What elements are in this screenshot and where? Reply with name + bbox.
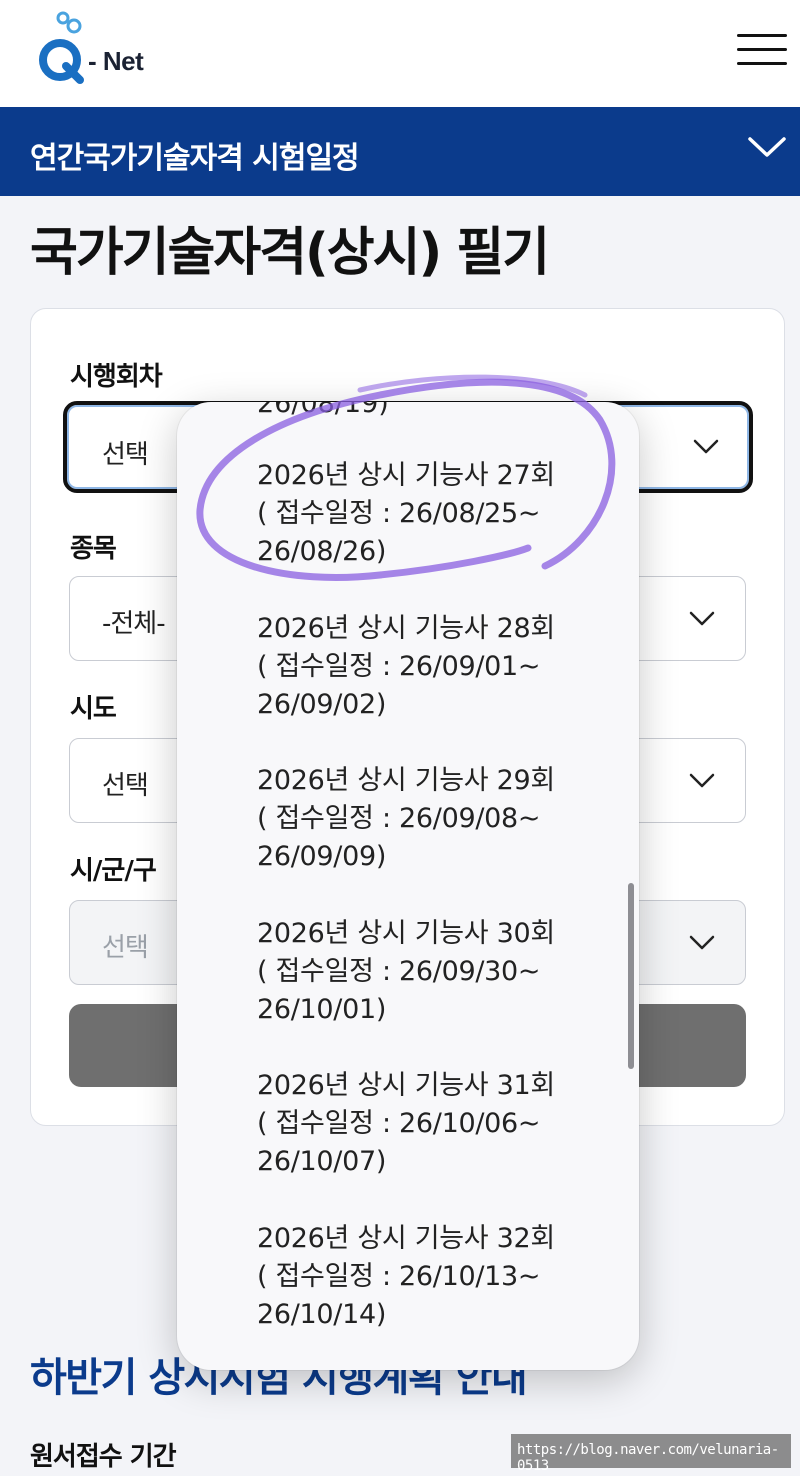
- watermark: https://blog.naver.com/velunaria-0513: [511, 1434, 791, 1474]
- option-title: 2026년 상시 기능사 31회: [257, 1070, 555, 1101]
- round-dropdown-popup[interactable]: 26/08/19) 2026년 상시 기능사 27회 ( 접수일정 : 26/0…: [177, 402, 639, 1370]
- nav-title: 연간국가기술자격 시험일정: [30, 141, 360, 176]
- option-period: ( 접수일정 : 26/09/08~: [257, 803, 541, 834]
- dropdown-option[interactable]: 2026년 상시 기능사 27회 ( 접수일정 : 26/08/25~ 26/0…: [257, 457, 617, 609]
- district-select-value: 선택: [102, 933, 149, 963]
- schedule-nav-bar[interactable]: 연간국가기술자격 시험일정: [0, 107, 800, 196]
- chevron-down-icon: [689, 935, 715, 950]
- chevron-down-icon: [693, 439, 719, 454]
- item-select-value: -전체-: [102, 609, 166, 639]
- option-title: 2026년 상시 기능사 29회: [257, 765, 555, 796]
- dropdown-option-partial[interactable]: 26/08/19): [257, 402, 389, 419]
- option-title: 2026년 상시 기능사 30회: [257, 918, 555, 949]
- dropdown-option[interactable]: 2026년 상시 기능사 30회 ( 접수일정 : 26/09/30~ 26/1…: [257, 915, 617, 1067]
- option-period-end: 26/09/02): [257, 689, 387, 720]
- option-period-end: 26/09/09): [257, 841, 387, 872]
- option-period-end: 26/10/01): [257, 994, 387, 1025]
- province-label: 시도: [70, 694, 117, 724]
- district-label: 시/군/구: [70, 856, 157, 886]
- site-header: - Net: [0, 0, 800, 107]
- option-period: ( 접수일정 : 26/09/30~: [257, 956, 541, 987]
- option-period-end: 26/10/14): [257, 1299, 387, 1330]
- chevron-down-icon[interactable]: [748, 136, 786, 158]
- option-period: ( 접수일정 : 26/09/01~: [257, 651, 541, 682]
- option-title: 2026년 상시 기능사 32회: [257, 1223, 555, 1254]
- option-period-end: 26/08/26): [257, 536, 387, 567]
- logo-text: - Net: [88, 46, 144, 76]
- option-title: 2026년 상시 기능사 27회: [257, 460, 555, 491]
- dropdown-option[interactable]: 2026년 상시 기능사 31회 ( 접수일정 : 26/10/06~ 26/1…: [257, 1067, 617, 1219]
- application-period-label: 원서접수 기간: [30, 1442, 177, 1472]
- dropdown-option[interactable]: 2026년 상시 기능사 29회 ( 접수일정 : 26/09/08~ 26/0…: [257, 762, 617, 914]
- option-period: ( 접수일정 : 26/10/13~: [257, 1261, 541, 1292]
- page-title: 국가기술자격(상시) 필기: [30, 223, 550, 283]
- option-period: ( 접수일정 : 26/10/06~: [257, 1108, 541, 1139]
- option-title: 2026년 상시 기능사 28회: [257, 613, 555, 644]
- chevron-down-icon: [689, 611, 715, 626]
- dropdown-option[interactable]: 2026년 상시 기능사 28회 ( 접수일정 : 26/09/01~ 26/0…: [257, 610, 617, 762]
- round-select-value: 선택: [102, 440, 149, 470]
- round-label: 시행회차: [70, 362, 163, 392]
- province-select-value: 선택: [102, 771, 149, 801]
- dropdown-scrollbar[interactable]: [628, 883, 634, 1069]
- dropdown-option[interactable]: 2026년 상시 기능사 32회 ( 접수일정 : 26/10/13~ 26/1…: [257, 1220, 617, 1370]
- option-period-end: 26/10/07): [257, 1146, 387, 1177]
- option-period: ( 접수일정 : 26/08/25~: [257, 498, 541, 529]
- chevron-down-icon: [689, 773, 715, 788]
- item-label: 종목: [70, 534, 117, 564]
- hamburger-menu-icon[interactable]: [737, 34, 787, 66]
